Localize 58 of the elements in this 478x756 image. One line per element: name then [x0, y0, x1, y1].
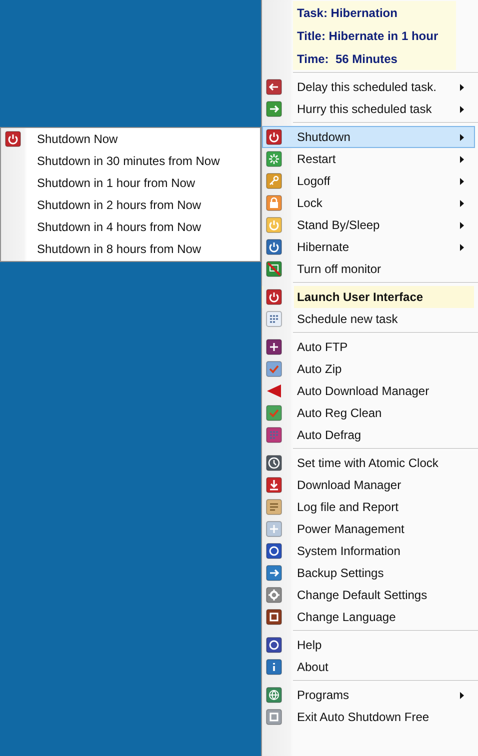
menu-item[interactable]: Launch User Interface [262, 286, 475, 308]
checklist-icon [266, 361, 282, 377]
power-icon [266, 239, 282, 255]
menu-item[interactable]: Power Management [262, 518, 475, 540]
task-info: Time: 56 Minutes [293, 47, 456, 70]
menu-item[interactable]: About [262, 656, 475, 678]
settings-icon [266, 587, 282, 603]
monitor-off-icon [266, 261, 282, 277]
menu-item[interactable]: Shutdown in 30 minutes from Now [1, 150, 257, 172]
menu-item[interactable]: Change Language [262, 606, 475, 628]
menu-item[interactable]: Shutdown in 1 hour from Now [1, 172, 257, 194]
menu-item[interactable]: Schedule new task [262, 308, 475, 330]
menu-item[interactable]: Lock [262, 192, 475, 214]
menu-item[interactable]: Exit Auto Shutdown Free [262, 706, 475, 728]
globe-icon [266, 687, 282, 703]
lock-icon [266, 195, 282, 211]
menu-item[interactable]: Help [262, 634, 475, 656]
menu-item[interactable]: Hibernate [262, 236, 475, 258]
menu-item[interactable]: Delay this scheduled task. [262, 76, 475, 98]
menu-item[interactable]: Change Default Settings [262, 584, 475, 606]
menu-item[interactable]: Programs [262, 684, 475, 706]
power-icon [5, 131, 21, 147]
menu-item[interactable]: Auto Reg Clean [262, 402, 475, 424]
calendar-icon [266, 311, 282, 327]
window-icon [266, 609, 282, 625]
task-info: Task: Hibernation [293, 1, 456, 24]
menu-item[interactable]: Shutdown in 8 hours from Now [1, 238, 257, 260]
power-icon [266, 289, 282, 305]
menu-item[interactable]: Shutdown [262, 126, 475, 148]
menu-item[interactable]: Hurry this scheduled task [262, 98, 475, 120]
menu-item[interactable]: Shutdown Now [1, 128, 257, 150]
menu-item[interactable]: Turn off monitor [262, 258, 475, 280]
download-icon [266, 477, 282, 493]
restart-icon [266, 151, 282, 167]
menu-item[interactable]: Restart [262, 148, 475, 170]
triangle-icon [266, 383, 282, 399]
key-icon [266, 173, 282, 189]
menu-item[interactable]: Logoff [262, 170, 475, 192]
menu-item[interactable]: Shutdown in 2 hours from Now [1, 194, 257, 216]
menu-item[interactable]: Stand By/Sleep [262, 214, 475, 236]
info-icon [266, 659, 282, 675]
defrag-icon [266, 427, 282, 443]
power-icon [266, 217, 282, 233]
menu-item[interactable]: Auto Defrag [262, 424, 475, 446]
menu-item[interactable]: Set time with Atomic Clock [262, 452, 475, 474]
menu-item[interactable]: Auto Zip [262, 358, 475, 380]
clock-icon [266, 455, 282, 471]
menu-item[interactable]: Auto FTP [262, 336, 475, 358]
power-icon [266, 129, 282, 145]
task-info: Title: Hibernate in 1 hour [293, 24, 456, 47]
menu-item[interactable]: Log file and Report [262, 496, 475, 518]
menu-item[interactable]: Backup Settings [262, 562, 475, 584]
menu-item[interactable]: Shutdown in 4 hours from Now [1, 216, 257, 238]
registry-icon [266, 405, 282, 421]
menu-item[interactable]: Auto Download Manager [262, 380, 475, 402]
notepad-icon [266, 499, 282, 515]
menu-item[interactable]: System Information [262, 540, 475, 562]
menu-item[interactable]: Download Manager [262, 474, 475, 496]
